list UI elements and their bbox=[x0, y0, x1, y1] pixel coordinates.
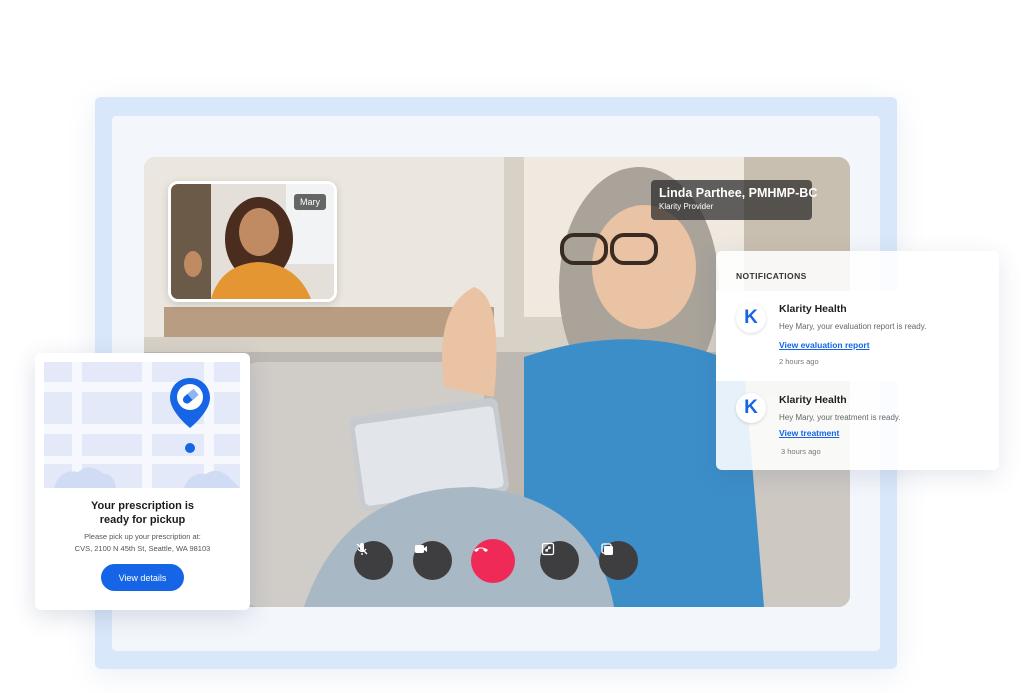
end-call-icon bbox=[474, 547, 488, 552]
notification-message: Hey Mary, your evaluation report is read… bbox=[779, 322, 927, 331]
view-treatment-link[interactable]: View treatment bbox=[779, 428, 839, 438]
camera-icon bbox=[415, 545, 427, 553]
prescription-card: Your prescription is ready for pickup Pl… bbox=[35, 353, 250, 610]
pharmacy-map bbox=[44, 362, 240, 488]
notification-title: Klarity Health bbox=[779, 394, 847, 406]
screen-share-icon bbox=[601, 543, 613, 555]
prescription-subtitle: Please pick up your prescription at: CVS… bbox=[35, 531, 250, 555]
mic-off-icon bbox=[356, 543, 368, 555]
end-call-button[interactable] bbox=[471, 539, 515, 583]
camera-button[interactable] bbox=[413, 541, 452, 580]
telehealth-illustration: Linda Parthee, PMHMP-BC Klarity Provider… bbox=[0, 0, 1024, 693]
notification-item[interactable]: K Klarity Health Hey Mary, your treatmen… bbox=[716, 381, 999, 471]
self-view-video[interactable]: Mary bbox=[168, 181, 337, 302]
provider-name-tag: Linda Parthee, PMHMP-BC Klarity Provider bbox=[651, 180, 818, 220]
prescription-subtitle-line1: Please pick up your prescription at: bbox=[84, 532, 201, 541]
notification-message: Hey Mary, your treatment is ready. bbox=[779, 413, 901, 422]
self-view-name: Mary bbox=[294, 194, 326, 210]
klarity-logo-icon: K bbox=[736, 393, 766, 423]
notifications-heading: NOTIFICATIONS bbox=[736, 271, 807, 281]
pharmacy-address: CVS, 2100 N 45th St, Seattle, WA 98103 bbox=[74, 544, 211, 553]
klarity-logo-icon: K bbox=[736, 303, 766, 333]
fullscreen-icon bbox=[541, 542, 555, 556]
provider-name: Linda Parthee, PMHMP-BC bbox=[659, 186, 818, 200]
notification-time: 2 hours ago bbox=[779, 357, 819, 366]
provider-role: Klarity Provider bbox=[659, 202, 714, 211]
screen-share-button[interactable] bbox=[599, 541, 638, 580]
notification-title: Klarity Health bbox=[779, 303, 847, 315]
prescription-title: Your prescription is ready for pickup bbox=[90, 500, 195, 526]
view-evaluation-report-link[interactable]: View evaluation report bbox=[779, 340, 870, 350]
view-details-button[interactable]: View details bbox=[101, 564, 184, 591]
notification-time: 3 hours ago bbox=[781, 447, 821, 456]
location-pin-icon bbox=[170, 378, 210, 453]
notifications-panel: NOTIFICATIONS K Klarity Health Hey Mary,… bbox=[716, 251, 999, 470]
notification-item[interactable]: K Klarity Health Hey Mary, your evaluati… bbox=[716, 291, 999, 381]
call-controls bbox=[354, 539, 640, 585]
fullscreen-button[interactable] bbox=[540, 541, 579, 580]
mute-button[interactable] bbox=[354, 541, 393, 580]
